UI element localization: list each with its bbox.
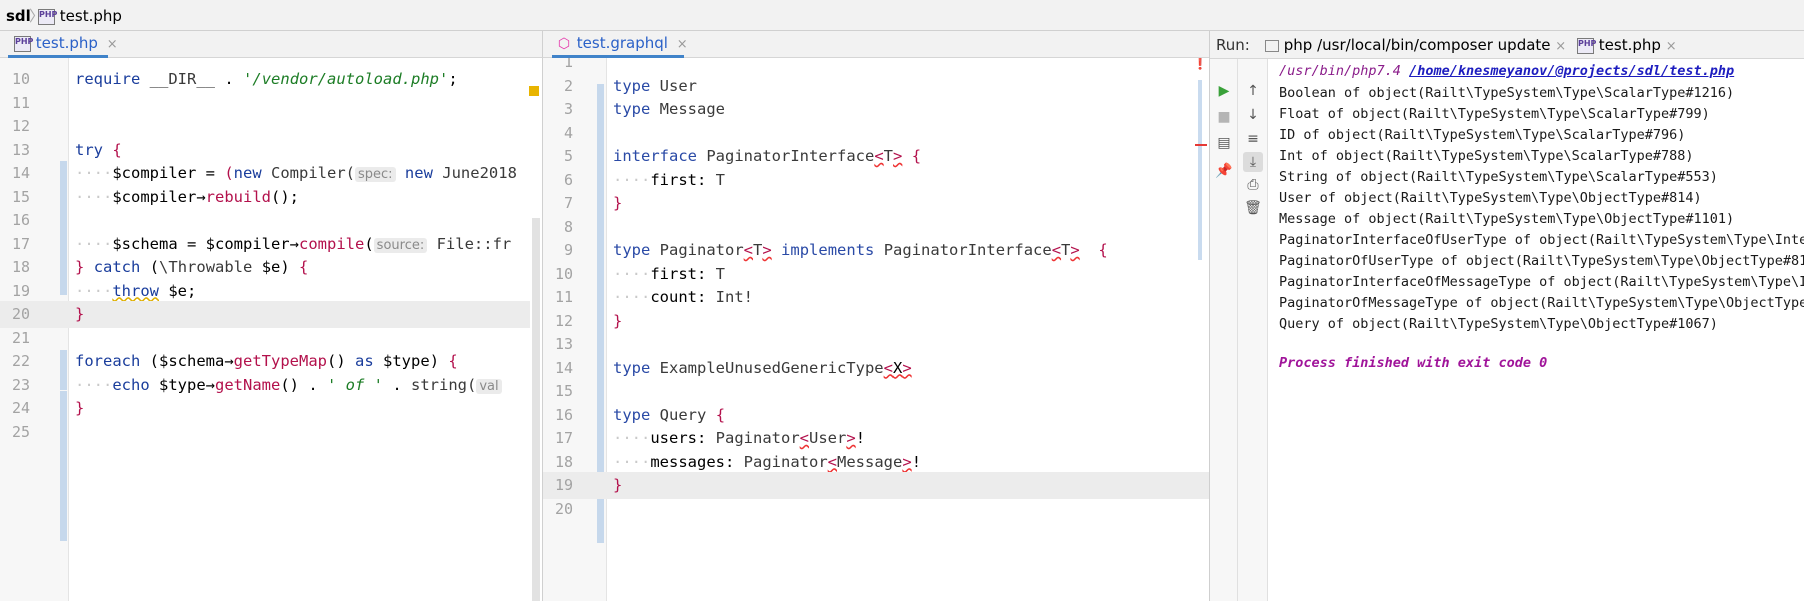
scroll-to-end-icon[interactable]: ⤓ <box>1243 152 1263 172</box>
console-output-line: Boolean of object(Railt\TypeSystem\Type\… <box>1279 85 1735 101</box>
graphql-file-icon: ⬡ <box>557 35 571 52</box>
close-tab-icon[interactable]: × <box>107 37 118 52</box>
process-finished-message: Process finished with exit code 0 <box>1279 355 1548 371</box>
run-tab-test-php[interactable]: PHP test.php × <box>1577 35 1677 57</box>
editor-scrollbar[interactable] <box>532 218 540 601</box>
soft-wrap-icon[interactable]: ≡ <box>1243 129 1263 149</box>
print-icon[interactable]: ⎙ <box>1243 175 1263 195</box>
line-number: 25 <box>11 422 30 441</box>
breadcrumb-file[interactable]: PHP test.php <box>38 6 122 26</box>
breadcrumb-project[interactable]: sdl <box>6 6 31 26</box>
console-output-line: Query of object(Railt\TypeSystem\Type\Ob… <box>1279 316 1718 332</box>
arrow-up-icon[interactable]: ↑ <box>1243 81 1263 101</box>
console-output-line: Int of object(Railt\TypeSystem\Type\Scal… <box>1279 148 1694 164</box>
tab-test-php[interactable]: PHP test.php × <box>8 31 118 58</box>
run-toolbar-primary: ▶ ■ ▤ 📌 <box>1210 59 1238 601</box>
left-editor-tabs: PHP test.php × <box>0 31 542 58</box>
php-file-icon: PHP <box>38 8 57 25</box>
run-tab-composer[interactable]: php /usr/local/bin/composer update × <box>1265 35 1566 57</box>
php-file-icon: PHP <box>1577 37 1596 54</box>
console-output-line: User of object(Railt\TypeSystem\Type\Obj… <box>1279 190 1702 206</box>
layout-icon[interactable]: ▤ <box>1214 133 1234 153</box>
run-tool-window-header: Run: php /usr/local/bin/composer update … <box>1210 31 1804 59</box>
graphql-editor[interactable]: ❗ 1 2 type User 3 type Message 4 5 interface Pa… <box>542 58 1209 601</box>
console-output-line: PaginatorOfUserType of object(Railt\Type… <box>1279 253 1804 269</box>
php-code-line[interactable]: 25 <box>0 419 530 446</box>
php-file-icon: PHP <box>14 35 33 52</box>
breadcrumb-file-label: test.php <box>59 7 122 25</box>
command-file-link[interactable]: /home/knesmeyanov/@projects/sdl/test.php <box>1409 63 1734 79</box>
middle-editor-tabs: ⬡ test.graphql × <box>542 31 1209 58</box>
console-output-line: PaginatorOfMessageType of object(Railt\T… <box>1279 295 1804 311</box>
line-number: 20 <box>554 499 573 518</box>
pin-icon[interactable]: 📌 <box>1214 161 1234 181</box>
rerun-icon[interactable]: ▶ <box>1214 81 1234 101</box>
navigation-bar: sdl 〉 PHP test.php <box>0 0 1804 31</box>
close-tab-icon[interactable]: × <box>1666 39 1677 54</box>
console-output-line: Float of object(Railt\TypeSystem\Type\Sc… <box>1279 106 1710 122</box>
run-command: /usr/bin/php7.4 /home/knesmeyanov/@proje… <box>1279 61 1734 82</box>
stop-icon[interactable]: ■ <box>1214 107 1234 127</box>
run-panel: Run: php /usr/local/bin/composer update … <box>1209 31 1804 601</box>
run-toolbar-secondary: ↑ ↓ ≡ ⤓ ⎙ 🗑 <box>1238 59 1268 601</box>
trash-icon[interactable]: 🗑 <box>1243 198 1263 218</box>
warning-marker-icon[interactable] <box>529 86 539 96</box>
console-icon <box>1265 39 1279 52</box>
run-tab-label: test.php <box>1598 36 1661 54</box>
console-output-line: ID of object(Railt\TypeSystem\Type\Scala… <box>1279 127 1686 143</box>
tab-label: test.graphql <box>576 34 668 52</box>
console-output-line: PaginatorInterfaceOfMessageType of objec… <box>1279 274 1804 290</box>
console-output-line: PaginatorInterfaceOfUserType of object(R… <box>1279 232 1804 248</box>
php-editor[interactable]: 10 require __DIR__ . '/vendor/autoload.ph… <box>0 58 542 601</box>
tab-label: test.php <box>35 34 98 52</box>
close-tab-icon[interactable]: × <box>1555 39 1566 54</box>
command-interpreter: /usr/bin/php7.4 <box>1279 63 1401 79</box>
close-tab-icon[interactable]: × <box>677 37 688 52</box>
console-output-line: String of object(Railt\TypeSystem\Type\S… <box>1279 169 1718 185</box>
console-output-line: Message of object(Railt\TypeSystem\Type\… <box>1279 211 1735 227</box>
graphql-code-line[interactable]: 20 <box>543 496 1209 523</box>
arrow-down-icon[interactable]: ↓ <box>1243 105 1263 125</box>
run-label: Run: <box>1216 36 1250 54</box>
tab-test-graphql[interactable]: ⬡ test.graphql × <box>552 31 688 58</box>
run-tab-label: php /usr/local/bin/composer update <box>1283 36 1551 54</box>
